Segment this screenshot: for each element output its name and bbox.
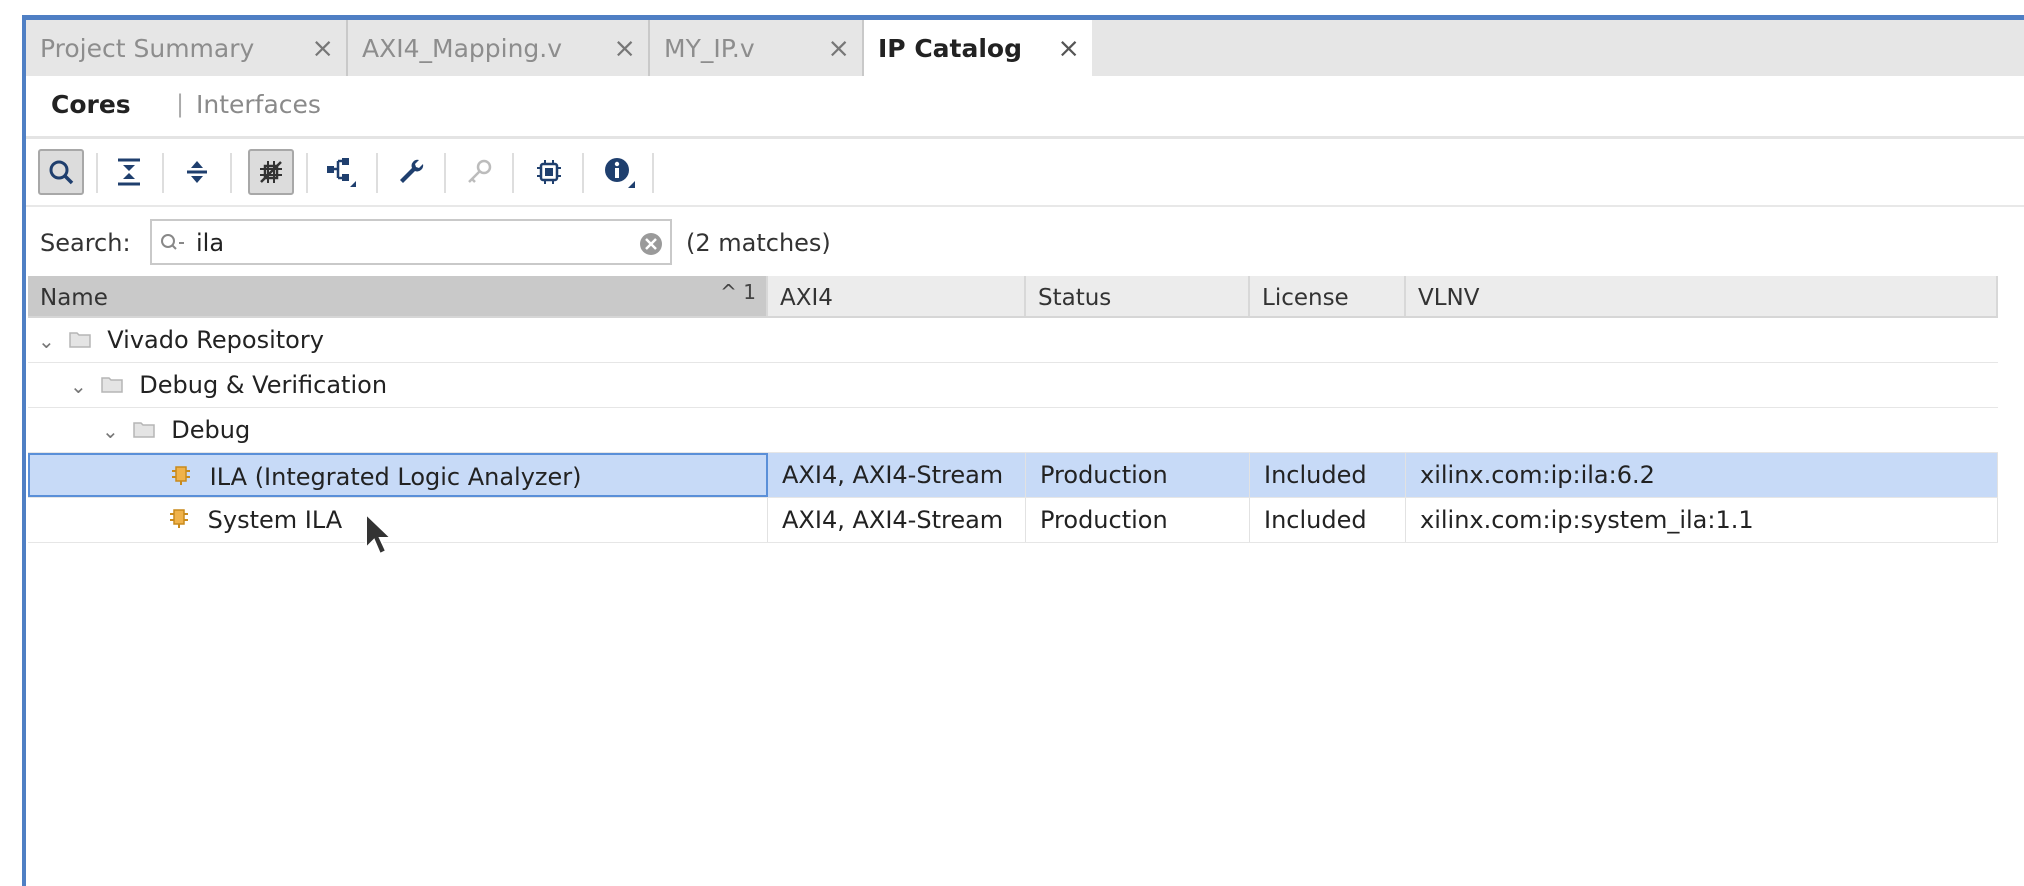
- cell-axi4: AXI4, AXI4-Stream: [768, 498, 1026, 542]
- close-icon[interactable]: ×: [613, 33, 636, 64]
- search-label: Search:: [40, 229, 131, 257]
- hierarchy-icon[interactable]: [318, 149, 364, 195]
- key-icon[interactable]: [456, 149, 502, 195]
- cell-license: Included: [1250, 498, 1406, 542]
- ip-name: System ILA: [207, 506, 343, 534]
- catalog-view-tabs: Cores | Interfaces: [26, 76, 2024, 139]
- ip-catalog-table: Name ^ 1 AXI4 Status License VLNV ⌄ Viva…: [28, 276, 1998, 543]
- tab-axi4-mapping[interactable]: AXI4_Mapping.v ×: [348, 20, 650, 76]
- ip-core-icon: [168, 506, 190, 536]
- close-icon[interactable]: ×: [311, 33, 334, 64]
- column-header-vlnv[interactable]: VLNV: [1406, 276, 1998, 316]
- folder-icon: [132, 417, 156, 445]
- search-icon[interactable]: [38, 149, 84, 195]
- tree-label: Vivado Repository: [107, 326, 324, 354]
- folder-icon: [68, 327, 92, 355]
- chevron-down-icon[interactable]: ⌄: [70, 374, 88, 398]
- table-row[interactable]: System ILA AXI4, AXI4-Stream Production …: [28, 498, 1998, 543]
- column-header-status[interactable]: Status: [1026, 276, 1250, 316]
- info-icon[interactable]: [596, 149, 642, 195]
- cell-status: Production: [1026, 498, 1250, 542]
- chip-icon[interactable]: [526, 149, 572, 195]
- tree-row-debug[interactable]: ⌄ Debug: [28, 408, 1998, 453]
- cell-vlnv: xilinx.com:ip:ila:6.2: [1406, 453, 1998, 497]
- cell-status: Production: [1026, 453, 1250, 497]
- tab-label: MY_IP.v: [664, 34, 755, 63]
- ip-core-icon: [170, 463, 192, 493]
- subtab-cores[interactable]: Cores: [51, 90, 131, 119]
- filter-icon[interactable]: [248, 149, 294, 195]
- tree-label: Debug: [171, 416, 251, 444]
- subtab-divider: |: [176, 90, 185, 118]
- cell-axi4: AXI4, AXI4-Stream: [768, 453, 1026, 497]
- search-input[interactable]: ila: [150, 219, 672, 265]
- search-value: ila: [196, 229, 225, 257]
- mouse-cursor-icon: [364, 511, 394, 562]
- expand-all-icon[interactable]: [174, 149, 220, 195]
- tab-ip-catalog[interactable]: IP Catalog ×: [864, 20, 1092, 76]
- search-icon: [158, 231, 188, 259]
- search-bar: Search: ila (2 matches): [26, 207, 2024, 273]
- catalog-toolbar: [26, 139, 2024, 207]
- ip-name: ILA (Integrated Logic Analyzer): [209, 463, 582, 491]
- close-icon[interactable]: ×: [1057, 33, 1080, 64]
- wrench-icon[interactable]: [388, 149, 434, 195]
- table-header: Name ^ 1 AXI4 Status License VLNV: [28, 276, 1998, 318]
- tree-row-vivado-repository[interactable]: ⌄ Vivado Repository: [28, 318, 1998, 363]
- editor-tab-bar: Project Summary × AXI4_Mapping.v × MY_IP…: [26, 20, 2024, 76]
- subtab-interfaces[interactable]: Interfaces: [196, 90, 321, 119]
- column-header-name[interactable]: Name ^ 1: [28, 276, 768, 316]
- match-count: (2 matches): [686, 229, 831, 257]
- cell-vlnv: xilinx.com:ip:system_ila:1.1: [1406, 498, 1998, 542]
- tab-label: IP Catalog: [878, 34, 1023, 63]
- tab-label: AXI4_Mapping.v: [362, 34, 563, 63]
- sort-ascending-icon: ^ 1: [720, 280, 756, 304]
- folder-icon: [100, 372, 124, 400]
- tab-my-ip[interactable]: MY_IP.v ×: [650, 20, 864, 76]
- tree-row-debug-verification[interactable]: ⌄ Debug & Verification: [28, 363, 1998, 408]
- chevron-down-icon[interactable]: ⌄: [102, 419, 120, 443]
- tab-project-summary[interactable]: Project Summary ×: [26, 20, 348, 76]
- cell-license: Included: [1250, 453, 1406, 497]
- clear-search-icon[interactable]: [638, 231, 664, 261]
- table-row[interactable]: ILA (Integrated Logic Analyzer) AXI4, AX…: [28, 453, 1998, 498]
- close-icon[interactable]: ×: [827, 33, 850, 64]
- tree-label: Debug & Verification: [139, 371, 388, 399]
- column-header-license[interactable]: License: [1250, 276, 1406, 316]
- column-header-axi4[interactable]: AXI4: [768, 276, 1026, 316]
- chevron-down-icon[interactable]: ⌄: [38, 329, 56, 353]
- collapse-all-icon[interactable]: [106, 149, 152, 195]
- tab-label: Project Summary: [40, 34, 255, 63]
